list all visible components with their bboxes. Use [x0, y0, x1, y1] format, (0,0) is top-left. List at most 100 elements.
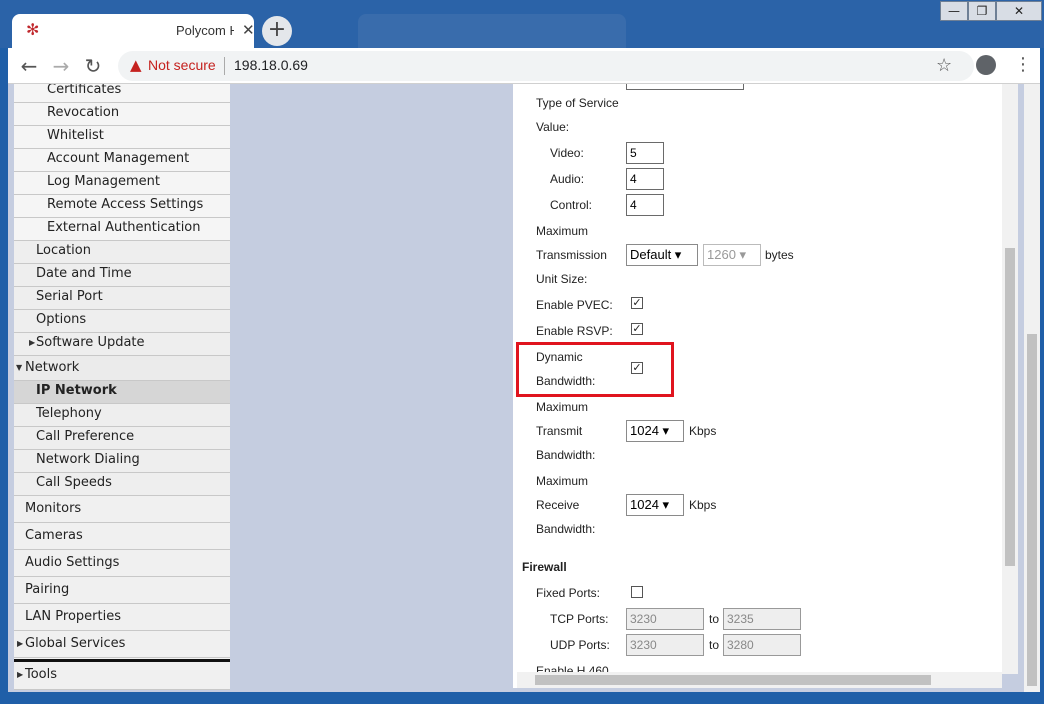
- sidebar-item-monitors[interactable]: Monitors: [14, 496, 230, 523]
- max-transmit-select[interactable]: 1024 ▾: [626, 420, 684, 442]
- page-content: Certificates Revocation Whitelist Accoun…: [8, 84, 1040, 692]
- sidebar-item-label: Audio Settings: [25, 555, 120, 570]
- udp-port-to-input[interactable]: 3280: [723, 634, 801, 656]
- menu-kebab-icon[interactable]: ⋮: [1014, 54, 1032, 75]
- mtu-unit-label: bytes: [765, 248, 794, 262]
- tcp-port-to-input[interactable]: 3235: [723, 608, 801, 630]
- max-receive-label-line3: Bandwidth:: [536, 522, 596, 536]
- sidebar-item-label: Pairing: [25, 582, 70, 597]
- tcp-port-from-input[interactable]: 3230: [626, 608, 704, 630]
- video-tos-input[interactable]: 5: [626, 142, 664, 164]
- polycom-favicon-icon: ✻: [26, 20, 40, 39]
- sidebar-item-certificates[interactable]: Certificates: [14, 84, 230, 103]
- panel-vertical-scrollbar[interactable]: [1002, 84, 1018, 674]
- sidebar-item-location[interactable]: Location: [14, 241, 230, 264]
- expand-arrow-icon[interactable]: ▶: [29, 338, 35, 347]
- blank-area: [230, 84, 513, 692]
- sidebar-item-label: External Authentication: [47, 220, 201, 235]
- sidebar-item-tools[interactable]: ▶ Tools: [14, 662, 230, 690]
- audio-tos-input[interactable]: 4: [626, 168, 664, 190]
- mtu-mode-select[interactable]: Default ▾: [626, 244, 698, 266]
- sidebar-item-label: Telephony: [36, 406, 102, 421]
- mtu-label-line3: Unit Size:: [536, 272, 588, 286]
- dynamic-bw-label-line2: Bandwidth:: [536, 374, 596, 388]
- sidebar-item-network-dialing[interactable]: Network Dialing: [14, 450, 230, 473]
- max-transmit-label-line2: Transmit: [536, 424, 583, 438]
- udp-port-from-input[interactable]: 3230: [626, 634, 704, 656]
- sidebar-item-ip-network[interactable]: IP Network: [14, 381, 230, 404]
- sidebar-item-revocation[interactable]: Revocation: [14, 103, 230, 126]
- max-receive-select[interactable]: 1024 ▾: [626, 494, 684, 516]
- sidebar-item-pairing[interactable]: Pairing: [14, 577, 230, 604]
- dynamic-bandwidth-checkbox[interactable]: ✓: [631, 362, 643, 374]
- warning-icon[interactable]: ▲: [130, 57, 146, 73]
- sidebar-item-external-authentication[interactable]: External Authentication: [14, 218, 230, 241]
- minimize-button[interactable]: —: [940, 1, 968, 21]
- sidebar-item-label: IP Network: [36, 383, 117, 398]
- window-close-button[interactable]: ✕: [996, 1, 1042, 21]
- sidebar-item-lan-properties[interactable]: LAN Properties: [14, 604, 230, 631]
- address-bar[interactable]: ▲ Not secure 198.18.0.69 ☆: [118, 51, 974, 81]
- sidebar-item-log-management[interactable]: Log Management: [14, 172, 230, 195]
- back-arrow-icon[interactable]: ←: [18, 54, 40, 78]
- sidebar-item-global-services[interactable]: ▶ Global Services: [14, 631, 230, 658]
- tab-close-icon[interactable]: ✕: [242, 21, 255, 39]
- sidebar-nav: Certificates Revocation Whitelist Accoun…: [14, 84, 230, 690]
- sidebar-item-serial-port[interactable]: Serial Port: [14, 287, 230, 310]
- sidebar-item-call-speeds[interactable]: Call Speeds: [14, 473, 230, 496]
- sidebar-item-options[interactable]: Options: [14, 310, 230, 333]
- panel-horizontal-scrollbar[interactable]: [517, 672, 1002, 688]
- control-label: Control:: [550, 198, 593, 212]
- mtu-size-select[interactable]: 1260 ▾: [703, 244, 761, 266]
- sidebar-item-label: Network: [25, 360, 80, 375]
- sidebar-item-label: Revocation: [47, 105, 120, 120]
- sidebar-item-date-and-time[interactable]: Date and Time: [14, 264, 230, 287]
- sidebar-item-cameras[interactable]: Cameras: [14, 523, 230, 550]
- udp-ports-label: UDP Ports:: [550, 638, 610, 652]
- video-label: Video:: [550, 146, 584, 160]
- sidebar-item-network[interactable]: ▼ Network: [14, 356, 230, 381]
- sidebar-item-call-preference[interactable]: Call Preference: [14, 427, 230, 450]
- rsvp-checkbox[interactable]: ✓: [631, 323, 643, 335]
- collapse-arrow-icon[interactable]: ▼: [16, 363, 22, 372]
- sidebar-item-label: Account Management: [47, 151, 190, 166]
- max-receive-label-line2: Receive: [536, 498, 580, 512]
- partial-field-top[interactable]: [626, 84, 744, 90]
- sidebar-item-telephony[interactable]: Telephony: [14, 404, 230, 427]
- address-separator: [224, 57, 225, 75]
- expand-arrow-icon[interactable]: ▶: [17, 639, 23, 648]
- not-secure-label[interactable]: Not secure: [148, 57, 216, 73]
- panel-vertical-scroll-thumb[interactable]: [1005, 248, 1015, 566]
- panel-horizontal-scroll-thumb[interactable]: [535, 675, 931, 685]
- sidebar-item-whitelist[interactable]: Whitelist: [14, 126, 230, 149]
- sidebar-item-software-update[interactable]: ▶ Software Update: [14, 333, 230, 356]
- profile-avatar-icon[interactable]: [976, 55, 996, 75]
- mtu-label-line2: Transmission: [536, 248, 607, 262]
- url-text[interactable]: 198.18.0.69: [234, 57, 308, 73]
- sidebar-item-audio-settings[interactable]: Audio Settings: [14, 550, 230, 577]
- rsvp-label: Enable RSVP:: [536, 324, 613, 338]
- page-vertical-scrollbar[interactable]: [1024, 84, 1040, 692]
- sidebar-item-label: Remote Access Settings: [47, 197, 204, 212]
- sidebar-item-account-management[interactable]: Account Management: [14, 149, 230, 172]
- reload-icon[interactable]: ↻: [82, 54, 104, 78]
- firewall-heading: Firewall: [522, 560, 567, 574]
- sidebar-item-label: Call Speeds: [36, 475, 112, 490]
- sidebar-item-label: Certificates: [47, 84, 122, 97]
- new-tab-button[interactable]: +: [262, 16, 292, 46]
- sidebar-item-remote-access-settings[interactable]: Remote Access Settings: [14, 195, 230, 218]
- sidebar-item-label: Options: [36, 312, 87, 327]
- maximize-button[interactable]: ❐: [968, 1, 996, 21]
- sidebar-item-label: Software Update: [36, 335, 145, 350]
- tcp-to-label: to: [709, 612, 720, 626]
- forward-arrow-icon[interactable]: →: [50, 54, 72, 78]
- bookmark-star-icon[interactable]: ☆: [936, 55, 952, 76]
- control-tos-input[interactable]: 4: [626, 194, 664, 216]
- fixed-ports-checkbox[interactable]: [631, 586, 643, 598]
- max-transmit-unit: Kbps: [689, 424, 717, 438]
- tab-title: Polycom HDX: [176, 23, 234, 38]
- browser-tab[interactable]: ✻ Polycom HDX ✕: [12, 14, 255, 48]
- expand-arrow-icon[interactable]: ▶: [17, 670, 23, 679]
- pvec-checkbox[interactable]: ✓: [631, 297, 643, 309]
- page-vertical-scroll-thumb[interactable]: [1027, 334, 1037, 686]
